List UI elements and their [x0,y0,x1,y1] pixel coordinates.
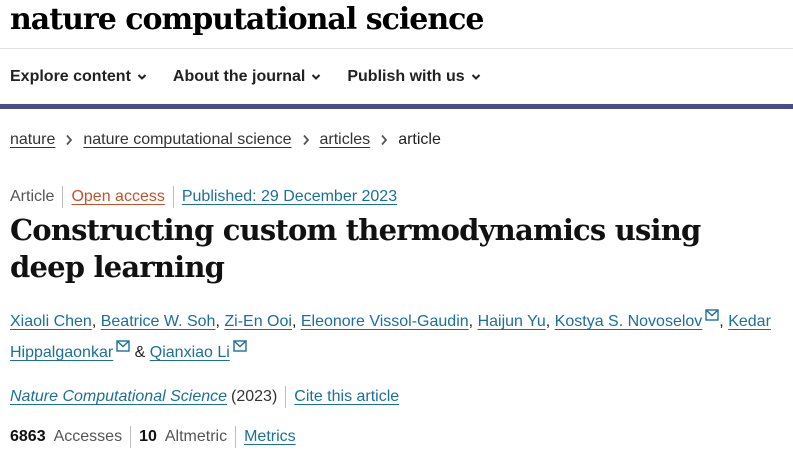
breadcrumb-current: article [398,131,441,148]
author-link[interactable]: Qianxiao Li [150,344,230,361]
accesses-label: Accesses [53,428,123,445]
nav-label: About the journal [172,68,306,85]
open-access-link[interactable]: Open access [71,188,164,206]
author-separator: , [468,313,474,330]
author-separator: , [91,313,97,330]
breadcrumb: nature nature computational science arti… [10,131,441,149]
journal-logo[interactable]: nature computational science [10,0,485,40]
author-and: & [134,344,146,361]
breadcrumb-journal[interactable]: nature computational science [83,131,291,149]
cite-this-article-link[interactable]: Cite this article [294,388,399,406]
article-type: Article [10,188,55,205]
mail-icon[interactable] [705,309,719,321]
article-title: Constructing custom thermodynamics using… [10,213,701,284]
author-list: Xiaoli Chen, Beatrice W. Soh, Zi-En Ooi,… [10,306,780,368]
chevron-down-icon [312,74,321,80]
author-separator: , [215,313,220,330]
mail-icon[interactable] [116,340,130,352]
chevron-down-icon [137,74,147,80]
author-link[interactable]: Haijun Yu [478,313,546,330]
meta-divider [62,186,64,208]
mail-icon[interactable] [233,340,247,352]
metrics-divider [235,426,237,448]
chevron-down-icon [471,74,480,80]
published-date[interactable]: Published: 29 December 2023 [182,188,397,206]
author-separator: , [291,313,297,330]
metrics-row: 6863 Accesses 10 Altmetric Metrics [10,426,296,448]
meta-divider [285,386,287,408]
journal-link[interactable]: Nature Computational Science [10,388,227,406]
chevron-right-icon [381,134,388,146]
metrics-divider [130,426,132,448]
accent-bar [0,104,793,109]
chevron-right-icon [66,134,73,146]
main-nav: Explore content About the journal Publis… [10,68,481,86]
author-link[interactable]: Eleonore Vissol-Gaudin [301,313,469,330]
meta-divider [172,186,174,208]
chevron-right-icon [302,134,309,146]
metrics-link[interactable]: Metrics [244,428,296,446]
author-link[interactable]: Beatrice W. Soh [101,313,216,330]
accesses-count: 6863 [10,428,46,445]
header-divider [0,48,793,49]
author-separator: , [719,313,724,330]
author-link[interactable]: Kostya S. Novoselov [555,313,703,330]
author-link[interactable]: Xiaoli Chen [10,313,92,330]
breadcrumb-nature[interactable]: nature [10,131,55,149]
author-link[interactable]: Zi-En Ooi [224,313,292,330]
publication-year: (2023) [231,388,278,405]
nav-explore-content[interactable]: Explore content [10,68,147,86]
nav-label: Publish with us [347,68,465,85]
altmetric-label: Altmetric [164,428,228,445]
nav-label: Explore content [10,68,131,85]
citation-row: Nature Computational Science (2023) Cite… [10,386,399,408]
breadcrumb-articles[interactable]: articles [320,131,371,149]
author-separator: , [545,313,551,330]
nav-publish-with-us[interactable]: Publish with us [347,68,480,86]
altmetric-count: 10 [139,428,157,445]
article-meta: Article Open access Published: 29 Decemb… [10,186,397,208]
nav-about-the-journal[interactable]: About the journal [173,68,321,86]
